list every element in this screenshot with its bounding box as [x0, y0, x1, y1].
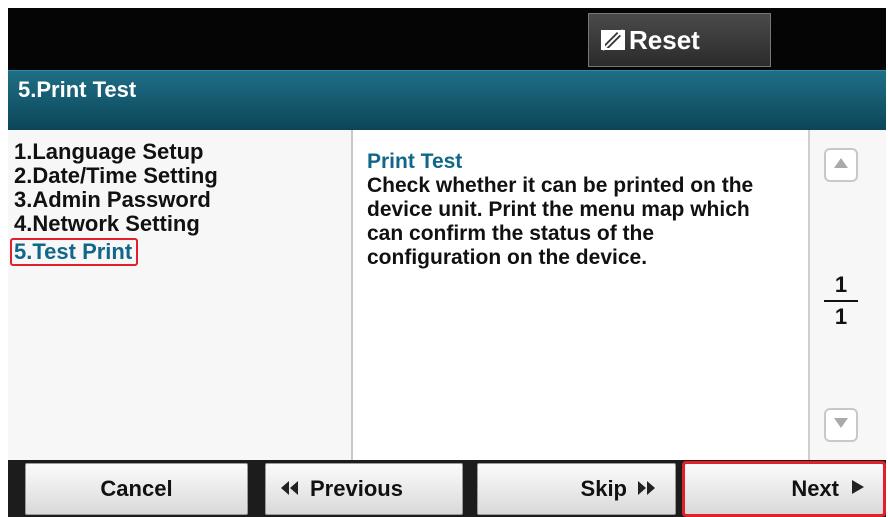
- top-bar: Reset: [8, 8, 886, 70]
- page-indicator: 1 1: [824, 272, 858, 330]
- menu-item-admin-password[interactable]: 3.Admin Password: [14, 188, 218, 212]
- title-bar: 5.Print Test: [8, 70, 886, 130]
- scroll-up-button[interactable]: [824, 148, 858, 182]
- page-divider: [824, 300, 858, 302]
- reset-button[interactable]: Reset: [588, 13, 771, 67]
- panel-screen: Reset 5.Print Test 1.Language Setup 2.Da…: [0, 0, 888, 517]
- triangle-down-icon: [833, 416, 849, 434]
- previous-button[interactable]: Previous: [265, 463, 463, 515]
- next-label: Next: [791, 476, 839, 501]
- cancel-label: Cancel: [100, 476, 173, 501]
- double-chevron-left-icon: [280, 479, 300, 500]
- menu-item-language-setup[interactable]: 1.Language Setup: [14, 140, 218, 164]
- menu-item-label: 4.Network Setting: [14, 211, 200, 236]
- page-current: 1: [834, 272, 848, 297]
- menu-item-label: 2.Date/Time Setting: [14, 163, 218, 188]
- previous-label: Previous: [310, 476, 403, 501]
- page-scroller: 1 1: [808, 130, 886, 460]
- bottom-bar: Cancel Previous Skip Next: [8, 460, 886, 517]
- menu-item-test-print[interactable]: 5.Test Print: [10, 236, 218, 266]
- double-chevron-right-icon: [637, 479, 657, 500]
- skip-button[interactable]: Skip: [477, 463, 676, 515]
- menu-item-label: 3.Admin Password: [14, 187, 211, 212]
- triangle-up-icon: [833, 156, 849, 174]
- skip-label: Skip: [580, 476, 627, 501]
- pencil-slash-icon: [599, 26, 627, 54]
- scroll-down-button[interactable]: [824, 408, 858, 442]
- page-title: 5.Print Test: [18, 77, 137, 102]
- description-panel: Print Test Check whether it can be print…: [353, 130, 808, 460]
- menu-list: 1.Language Setup 2.Date/Time Setting 3.A…: [10, 140, 218, 266]
- menu-item-label: 1.Language Setup: [14, 139, 204, 164]
- setup-menu: 1.Language Setup 2.Date/Time Setting 3.A…: [8, 130, 353, 460]
- reset-label: Reset: [629, 24, 700, 55]
- cancel-button[interactable]: Cancel: [25, 463, 248, 515]
- menu-item-label-selected: 5.Test Print: [10, 238, 139, 266]
- description-body: Check whether it can be printed on the d…: [367, 174, 754, 269]
- description-title: Print Test: [367, 150, 463, 173]
- triangle-right-icon: [851, 479, 865, 500]
- menu-item-date-time-setting[interactable]: 2.Date/Time Setting: [14, 164, 218, 188]
- page-total: 1: [834, 304, 848, 329]
- next-button[interactable]: Next: [682, 461, 886, 517]
- menu-item-network-setting[interactable]: 4.Network Setting: [14, 212, 218, 236]
